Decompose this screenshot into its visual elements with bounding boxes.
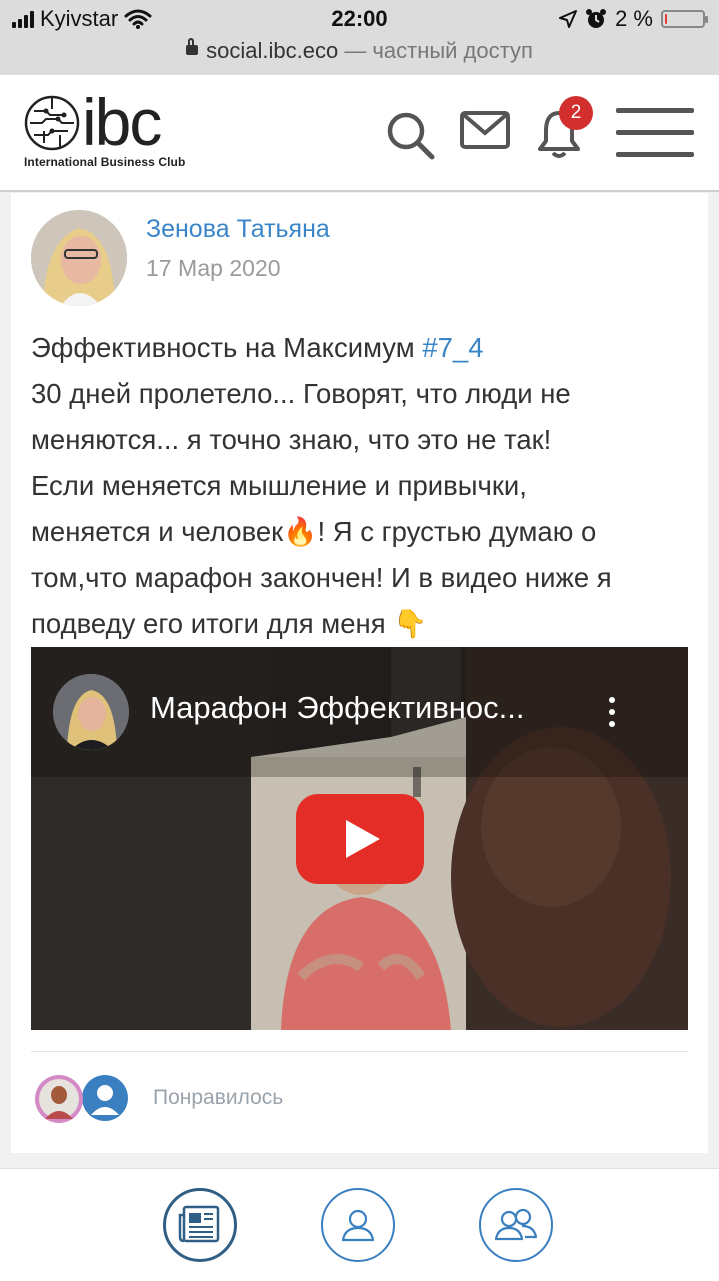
lock-icon	[186, 38, 199, 56]
globe-logo-icon: ibc	[24, 93, 163, 153]
location-arrow-icon	[559, 10, 578, 28]
url-bar[interactable]: social.ibc.eco — частный доступ	[0, 38, 719, 64]
mail-icon[interactable]	[460, 111, 510, 151]
hamburger-menu-icon[interactable]	[616, 108, 694, 158]
post-line: 30 дней пролетело... Говорят, что люди н…	[31, 378, 571, 409]
nav-feed-button[interactable]	[163, 1188, 237, 1262]
play-button-icon[interactable]	[296, 794, 424, 884]
channel-photo	[53, 674, 129, 750]
newspaper-icon	[178, 1205, 220, 1243]
post-line: меняются... я точно знаю, что это не так…	[31, 424, 552, 455]
nav-groups-button[interactable]	[479, 1188, 553, 1262]
post-line: меняется и человек🔥! Я с грустью думаю о	[31, 516, 597, 547]
url-access-label: — частный доступ	[344, 38, 533, 63]
notification-badge[interactable]: 2	[559, 96, 593, 130]
post-line-text: Эффективность на Максимум	[31, 332, 423, 363]
likes-label[interactable]: Понравилось	[153, 1086, 283, 1110]
browser-status-bar: Kyivstar 22:00 2 % social.ibc.eco — част…	[0, 0, 719, 75]
youtube-video-embed[interactable]: Марафон Эффективнос...	[31, 647, 688, 1030]
video-more-menu-icon[interactable]	[609, 697, 617, 733]
channel-avatar[interactable]	[53, 674, 129, 750]
users-icon	[494, 1208, 538, 1241]
url-domain: social.ibc.eco	[206, 38, 339, 63]
ibc-logo[interactable]: ibc International Business Club	[24, 93, 194, 173]
alarm-icon	[586, 9, 607, 28]
liker-avatars-group	[35, 1075, 128, 1123]
bottom-navigation	[0, 1168, 719, 1281]
site-header: ibc International Business Club	[0, 75, 719, 192]
post-line: подведу его итоги для меня 👇	[31, 608, 428, 639]
video-title[interactable]: Марафон Эффективнос...	[150, 690, 525, 726]
post-line: Эффективность на Максимум #7_4	[31, 325, 691, 371]
user-icon	[341, 1209, 375, 1242]
search-icon[interactable]	[384, 109, 436, 161]
svg-text:ibc: ibc	[82, 93, 161, 153]
author-avatar[interactable]	[31, 210, 127, 306]
post-line: Если меняется мышление и привычки,	[31, 470, 527, 501]
hashtag-link[interactable]: #7_4	[422, 332, 483, 363]
logo-subtitle: International Business Club	[24, 155, 186, 169]
post-card: Зенова Татьяна 17 Мар 2020 Эффективность…	[11, 193, 708, 1153]
post-date: 17 Мар 2020	[146, 255, 281, 281]
nav-profile-button[interactable]	[321, 1188, 395, 1262]
battery-percent: 2 %	[615, 6, 653, 31]
likers-avatars[interactable]	[35, 1075, 145, 1136]
divider	[31, 1051, 688, 1052]
author-name[interactable]: Зенова Татьяна	[146, 215, 330, 244]
battery-icon	[661, 10, 708, 28]
post-body: Эффективность на Максимум #7_4 30 дней п…	[31, 325, 691, 647]
author-photo	[31, 210, 127, 306]
post-line: том,что марафон закончен! И в видео ниже…	[31, 562, 612, 593]
